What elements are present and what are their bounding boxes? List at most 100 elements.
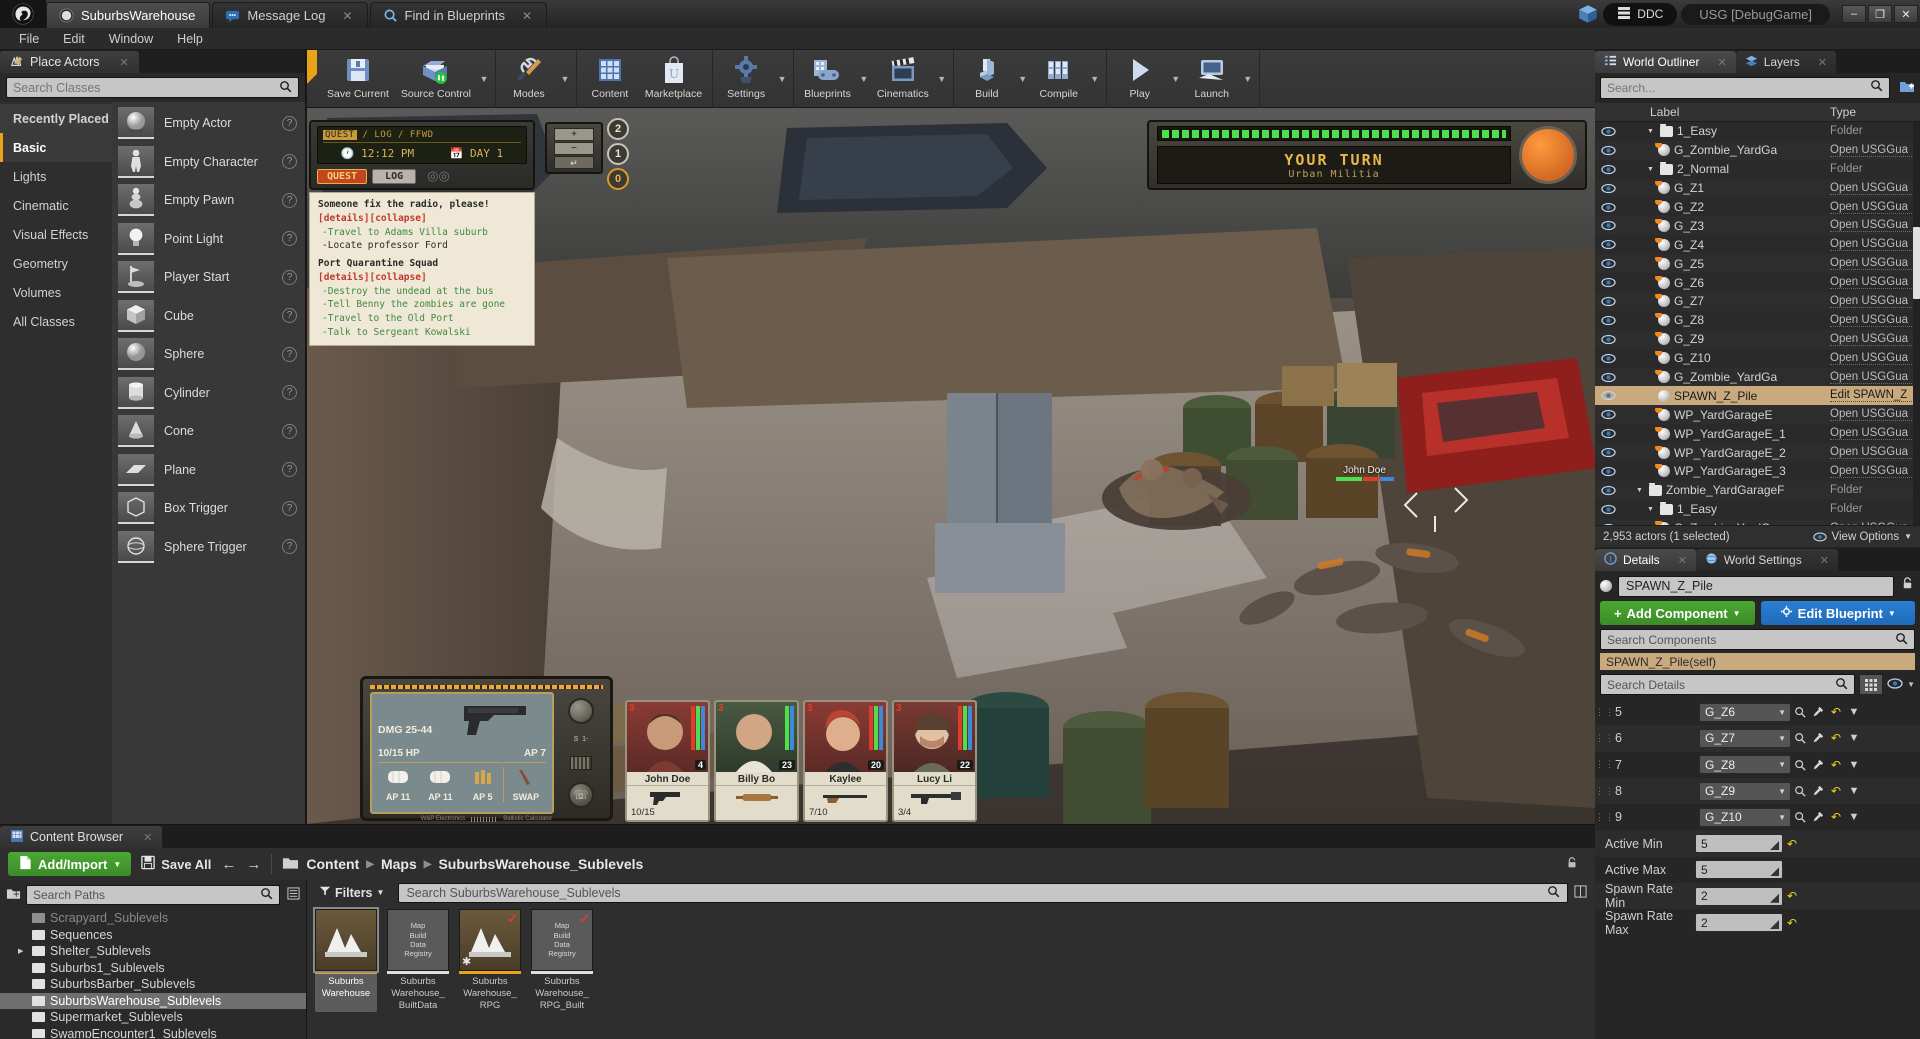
outliner-row[interactable]: ▼ 1_Easy Folder xyxy=(1595,500,1920,519)
help-icon[interactable]: ? xyxy=(282,346,297,362)
close-icon[interactable]: ✕ xyxy=(522,9,532,23)
array-value-dropdown[interactable]: G_Z10 ▼ xyxy=(1699,807,1791,827)
phone-icon[interactable]: ☏ xyxy=(568,781,594,808)
expand-arrow-icon[interactable]: ▼ xyxy=(1647,166,1656,173)
visibility-eye-icon[interactable] xyxy=(1595,202,1621,213)
asset-tile[interactable]: Suburbs Warehouse xyxy=(313,907,379,1012)
chevron-down-icon[interactable]: ▼ xyxy=(1907,680,1915,689)
collapse-tree-icon[interactable] xyxy=(4,887,22,904)
list-item[interactable]: Empty Actor ? xyxy=(112,104,305,143)
reset-icon[interactable]: ↶ xyxy=(1827,731,1845,745)
back-arrow-icon[interactable]: ← xyxy=(221,856,236,873)
visibility-eye-icon[interactable] xyxy=(1595,126,1621,137)
outliner-row[interactable]: SPAWN_Z_Pile Edit SPAWN_Z xyxy=(1595,386,1920,406)
drag-handle-icon[interactable]: ⋮⋮ xyxy=(1595,812,1614,823)
close-icon[interactable]: ✕ xyxy=(143,831,152,844)
outliner-row[interactable]: ▼ Zombie_YardGarageF Folder xyxy=(1595,480,1920,500)
counter-badge[interactable]: 1 xyxy=(607,143,629,165)
list-item[interactable]: Sphere ? xyxy=(112,335,305,374)
path-tree[interactable]: Scrapyard_Sublevels Sequences ▶ Shelter_Sub… xyxy=(0,910,306,1038)
path-tree-row[interactable]: SwampEncounter1_Sublevels xyxy=(0,1026,306,1038)
list-item[interactable]: Player Start ? xyxy=(112,258,305,297)
list-item[interactable]: Box Trigger ? xyxy=(112,489,305,528)
eye-icon[interactable] xyxy=(1887,676,1903,694)
lock-icon[interactable] xyxy=(1900,576,1915,596)
browse-icon[interactable] xyxy=(1791,785,1809,797)
visibility-eye-icon[interactable] xyxy=(1595,145,1621,156)
expand-arrow-icon[interactable]: ▼ xyxy=(1636,487,1645,494)
help-icon[interactable]: ? xyxy=(282,462,297,478)
source-control-button[interactable]: Source Control xyxy=(395,51,477,107)
array-element-row[interactable]: ⋮⋮ 5 G_Z6 ▼ ↶ ▼ xyxy=(1595,699,1920,725)
visibility-eye-icon[interactable] xyxy=(1595,485,1621,496)
path-tree-row[interactable]: ▶ Shelter_Sublevels xyxy=(0,943,306,960)
help-icon[interactable]: ? xyxy=(282,308,297,324)
visibility-eye-icon[interactable] xyxy=(1595,466,1621,477)
path-tree-row[interactable]: SuburbsBarber_Sublevels xyxy=(0,976,306,993)
outliner-row[interactable]: G_Z2 Open USGGua xyxy=(1595,198,1920,217)
drag-handle-icon[interactable]: ⋮⋮ xyxy=(1595,759,1614,770)
property-number-field[interactable]: 2 xyxy=(1695,913,1783,933)
visibility-eye-icon[interactable] xyxy=(1595,428,1621,439)
search-classes-input[interactable] xyxy=(13,80,279,95)
list-item[interactable]: Sphere Trigger ? xyxy=(112,528,305,567)
browse-icon[interactable] xyxy=(1791,811,1809,823)
reset-icon[interactable]: ↶ xyxy=(1827,705,1845,719)
end-turn-button[interactable] xyxy=(1519,126,1577,184)
tab-place-actors[interactable]: Place Actors ✕ xyxy=(0,51,139,73)
cinematics-dropdown-icon[interactable]: ▼ xyxy=(935,51,949,107)
list-item[interactable]: Empty Pawn ? xyxy=(112,181,305,220)
chevron-down-icon[interactable]: ▼ xyxy=(1845,759,1863,771)
property-row[interactable]: Active Max 5 xyxy=(1595,857,1920,883)
outliner-row[interactable]: G_Z3 Open USGGua xyxy=(1595,216,1920,236)
details-property-list[interactable]: ⋮⋮ 5 G_Z6 ▼ ↶ ▼ ⋮⋮ 6 G_Z7 ▼ ↶ ▼ ⋮⋮ 7 G_Z8 ▼ ↶ ▼ ⋮⋮ 8 G_Z9 ▼ ↶ ▼… xyxy=(1595,699,1920,937)
outliner-row[interactable]: G_Z5 Open USGGua xyxy=(1595,254,1920,274)
blueprints-dropdown-icon[interactable]: ▼ xyxy=(857,51,871,107)
menu-edit[interactable]: Edit xyxy=(52,30,96,48)
outliner-row[interactable]: ▼ 2_Normal Folder xyxy=(1595,160,1920,179)
launch-button[interactable]: Launch xyxy=(1183,51,1241,107)
content-button[interactable]: Content xyxy=(581,51,639,107)
character-card[interactable]: 3 4 John Doe 10/15 xyxy=(625,700,710,822)
reset-icon[interactable]: ↶ xyxy=(1783,916,1801,930)
search-paths-field[interactable]: Search Paths xyxy=(26,885,280,905)
outliner-row[interactable]: G_Z4 Open USGGua xyxy=(1595,235,1920,254)
counter-badge-active[interactable]: 0 xyxy=(607,168,629,190)
property-row[interactable]: Spawn Rate Min 2 ↶ xyxy=(1595,882,1920,910)
category-lights[interactable]: Lights xyxy=(0,162,112,191)
close-icon[interactable]: ✕ xyxy=(1818,56,1827,69)
tab-layers[interactable]: Layers ✕ xyxy=(1735,51,1836,73)
array-element-row[interactable]: ⋮⋮ 6 G_Z7 ▼ ↶ ▼ xyxy=(1595,725,1920,752)
category-all-classes[interactable]: All Classes xyxy=(0,307,112,336)
visibility-eye-icon[interactable] xyxy=(1595,390,1621,401)
details-grid-view-button[interactable] xyxy=(1859,674,1884,695)
array-element-row[interactable]: ⋮⋮ 7 G_Z8 ▼ ↶ ▼ xyxy=(1595,752,1920,778)
expand-arrow-icon[interactable]: ▼ xyxy=(1647,128,1656,135)
help-icon[interactable]: ? xyxy=(282,231,297,247)
list-item[interactable]: Point Light ? xyxy=(112,220,305,259)
category-basic[interactable]: Basic xyxy=(0,133,112,162)
property-number-field[interactable]: 2 xyxy=(1695,886,1783,906)
swap-weapon-button[interactable]: SWAP xyxy=(506,767,546,802)
visibility-eye-icon[interactable] xyxy=(1595,334,1621,345)
add-folder-icon[interactable] xyxy=(1899,79,1915,98)
outliner-row[interactable]: WP_YardGarageE Open USGGua xyxy=(1595,405,1920,425)
list-item[interactable]: Cone ? xyxy=(112,412,305,451)
asset-grid[interactable]: Suburbs Warehouse Map Build Data Registry Subu… xyxy=(307,905,1595,1016)
drag-handle-icon[interactable]: ⋮⋮ xyxy=(1595,707,1614,718)
eyedropper-icon[interactable] xyxy=(1809,732,1827,744)
browse-icon[interactable] xyxy=(1791,759,1809,771)
eyedropper-icon[interactable] xyxy=(1809,811,1827,823)
property-row[interactable]: Spawn Rate Max 2 ↶ xyxy=(1595,909,1920,937)
search-details-field[interactable]: Search Details xyxy=(1600,674,1856,695)
tree-options-icon[interactable] xyxy=(284,887,302,903)
breadcrumb-content[interactable]: Content xyxy=(306,856,359,872)
play-dropdown-icon[interactable]: ▼ xyxy=(1169,51,1183,107)
visibility-eye-icon[interactable] xyxy=(1595,183,1621,194)
blueprints-button[interactable]: Blueprints xyxy=(798,51,857,107)
chevron-down-icon[interactable]: ▼ xyxy=(1845,785,1863,797)
character-card[interactable]: 3 22 Lucy Li 3/4 xyxy=(892,700,977,822)
category-geometry[interactable]: Geometry xyxy=(0,249,112,278)
minimize-button[interactable]: – xyxy=(1842,5,1866,23)
menu-file[interactable]: File xyxy=(8,30,50,48)
